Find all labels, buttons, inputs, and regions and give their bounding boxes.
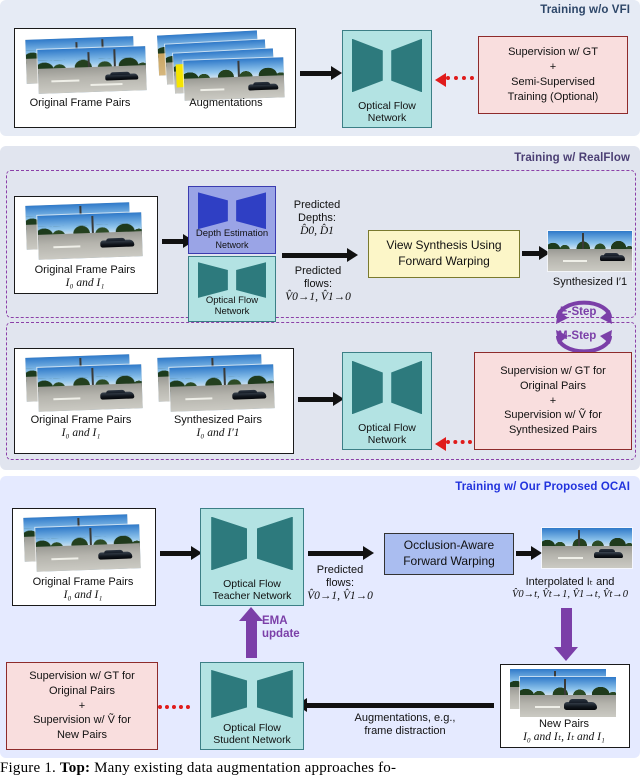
new-pairs-label: New Pairs I₀ and Iₜ, Iₜ and I₁ [523, 718, 605, 743]
synthesized-label: Synthesized I′1 [552, 276, 628, 288]
ocai-arrow-to-occlusion [308, 546, 374, 560]
top-network-label: Optical Flow Network [358, 99, 416, 124]
mstep-supervision-line3: + [549, 394, 557, 407]
mstep-optical-flow-network: Optical Flow Network [342, 352, 432, 450]
mstep-supervision-line5: Synthesized Pairs [508, 424, 598, 437]
estep-arrow-to-view-synthesis [282, 248, 358, 262]
mstep-supervision-box: Supervision w/ GT for Original Pairs + S… [474, 352, 632, 450]
e-step-label: E-Step [560, 306, 597, 318]
predicted-flows-text: Predicted flows: V̂0→1, V̂1→0 [285, 265, 351, 304]
ocai-supervision-line4: Supervision w/ Ṽ for [33, 714, 131, 727]
caption-prefix: Figure 1. [0, 760, 56, 776]
top-supervision-line3: Semi-Supervised [511, 76, 595, 88]
interpolated-images [536, 528, 636, 572]
panel-title-top: Training w/o VFI [540, 4, 630, 16]
mstep-supervision-line1: Supervision w/ GT for [500, 364, 606, 377]
ocai-original-pairs-images [23, 514, 144, 572]
top-supervision-dotted-arrow [435, 73, 474, 87]
ocai-supervision-line5: New Pairs [56, 729, 108, 742]
network-hourglass-icon [351, 38, 423, 93]
estep-optical-flow-network: Optical Flow Network [188, 256, 276, 322]
estep-arrow-to-networks [162, 234, 194, 248]
ocai-predicted-flows-text: Predicted flows: V̂0→1, V̂1→0 [307, 564, 373, 603]
network-hourglass-icon [197, 262, 267, 298]
ema-update-label: EMA update [262, 615, 300, 641]
predicted-depths-text: Predicted Depths: D̂0, D̂1 [293, 199, 341, 238]
network-hourglass-icon [351, 360, 423, 415]
top-original-frame-pairs-images [25, 36, 148, 94]
top-supervision-box: Supervision w/ GT + Semi-Supervised Trai… [478, 36, 628, 114]
occlusion-line1: Occlusion-Aware [403, 538, 495, 553]
occlusion-aware-forward-warping-box: Occlusion-Aware Forward Warping [384, 533, 514, 575]
ocai-arrow-to-teacher [160, 546, 202, 560]
mstep-original-pairs-images [25, 354, 144, 412]
panel-title-middle: Training w/ RealFlow [514, 152, 630, 164]
estep-arrow-to-synthesized [522, 246, 550, 260]
top-supervision-line2: + [549, 61, 557, 74]
mstep-network-label: Optical Flow Network [358, 421, 416, 446]
figure-caption: Figure 1. Top: Many existing data augmen… [0, 760, 640, 777]
occlusion-line2: Forward Warping [403, 554, 495, 568]
synthesized-image [548, 231, 632, 271]
top-supervision-line1: Supervision w/ GT [508, 46, 598, 59]
ocai-arrow-newpairs-to-student [296, 698, 494, 712]
teacher-network-label: Optical Flow Teacher Network [212, 577, 292, 602]
ocai-arrow-to-interpolated [516, 546, 542, 560]
figure-diagram: Training w/o VFI Original Frame Pairs Au… [0, 0, 640, 758]
depth-estimation-network: Depth Estimation Network [188, 186, 276, 254]
top-supervision-line4: Training (Optional) [507, 90, 599, 103]
top-arrow-inputs-to-network [300, 66, 342, 80]
top-augmentations-images [157, 30, 286, 101]
mstep-arrow-to-network [298, 392, 344, 406]
mstep-supervision-line2: Original Pairs [519, 379, 587, 392]
top-augmentations-label: Augmentations [189, 97, 263, 109]
augmentations-text: Augmentations, e.g., frame distraction [354, 712, 456, 738]
estep-original-pairs-images [25, 202, 146, 260]
student-network-label: Optical Flow Student Network [213, 721, 291, 746]
mstep-original-pairs-label: Original Frame Pairs I₀ and I₁ [30, 414, 132, 439]
ocai-supervision-line2: Original Pairs [48, 684, 116, 697]
ema-update-arrow [239, 607, 263, 658]
ocai-supervision-box: Supervision w/ GT for Original Pairs + S… [6, 662, 158, 750]
mstep-supervision-dotted-arrow [435, 437, 472, 451]
ocai-original-pairs-label: Original Frame Pairs I₀ and I₁ [32, 576, 134, 601]
ocai-supervision-line3: + [78, 699, 86, 712]
network-hourglass-icon [197, 192, 267, 230]
optical-flow-teacher-network: Optical Flow Teacher Network [200, 508, 304, 606]
top-optical-flow-network: Optical Flow Network [342, 30, 432, 128]
panel-title-bottom: Training w/ Our Proposed OCAI [455, 481, 630, 493]
caption-text: Many existing data augmentation approach… [94, 760, 397, 776]
ocai-supervision-line1: Supervision w/ GT for [29, 669, 135, 682]
network-hourglass-icon [211, 516, 293, 571]
network-hourglass-icon [211, 669, 293, 719]
mstep-synthesized-pairs-images [157, 354, 276, 412]
depth-network-label: Depth Estimation Network [195, 227, 269, 250]
ocai-supervision-dotted-arrow [147, 702, 190, 716]
estep-original-pairs-label: Original Frame Pairs I₀ and I₁ [34, 264, 136, 289]
optical-flow-student-network: Optical Flow Student Network [200, 662, 304, 750]
interpolated-label: Interpolated Iₜ and V̂0→t, V̂t→1, V̂1→t,… [511, 576, 629, 600]
caption-bold: Top: [59, 760, 91, 776]
view-synthesis-line1: View Synthesis Using [386, 238, 502, 253]
mstep-supervision-line4: Supervision w/ Ṽ for [504, 409, 602, 422]
estep-flow-network-label: Optical Flow Network [205, 295, 259, 318]
view-synthesis-box: View Synthesis Using Forward Warping [368, 230, 520, 278]
new-pairs-images [510, 669, 620, 719]
ocai-arrow-interpolated-to-newpairs [554, 608, 578, 661]
top-original-frame-pairs-label: Original Frame Pairs [29, 97, 131, 109]
mstep-synthesized-pairs-label: Synthesized Pairs I₀ and I′1 [173, 414, 263, 439]
view-synthesis-line2: Forward Warping [398, 254, 490, 268]
